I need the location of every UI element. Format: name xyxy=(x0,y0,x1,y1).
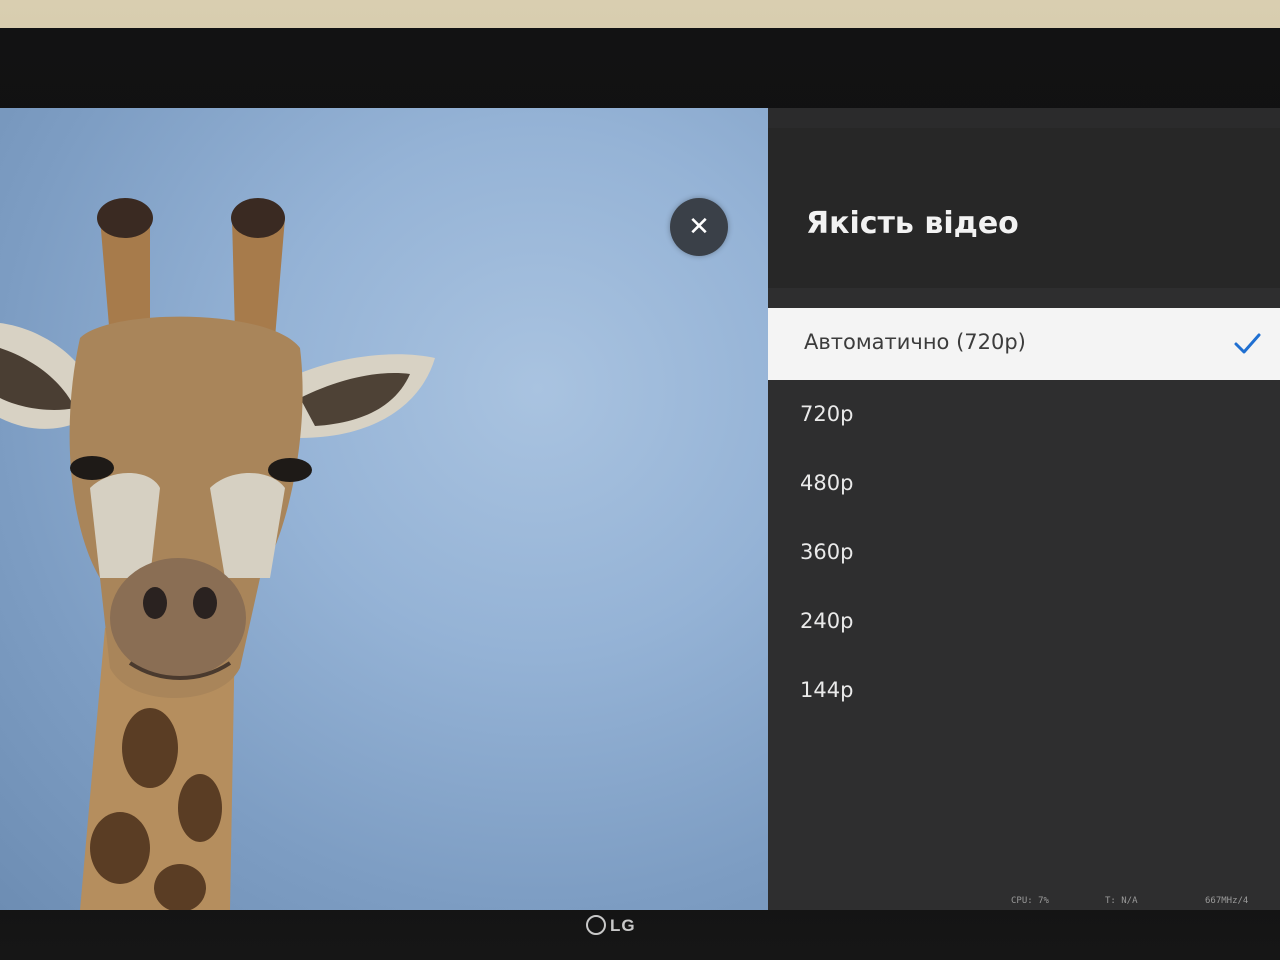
quality-option-360p[interactable]: 360p xyxy=(768,518,1280,587)
quality-option-label: 360p xyxy=(800,540,854,564)
close-button[interactable]: ✕ xyxy=(670,198,728,256)
quality-option-label: 144p xyxy=(800,678,854,702)
close-icon: ✕ xyxy=(688,212,710,242)
quality-options-list: Автоматично (720p) 720p 480p 360p 240p 1… xyxy=(768,308,1280,725)
quality-option-144p[interactable]: 144p xyxy=(768,656,1280,725)
video-player[interactable]: ✕ xyxy=(0,108,768,910)
panel-header: Якість відео xyxy=(768,128,1280,288)
lg-logo-icon xyxy=(586,914,606,935)
quality-option-label: 480p xyxy=(800,471,854,495)
quality-option-720p[interactable]: 720p xyxy=(768,380,1280,449)
checkmark-icon xyxy=(1234,333,1261,354)
frequency-stat: 667MHz/4 xyxy=(1205,896,1249,906)
quality-option-label: 720p xyxy=(800,402,854,426)
temperature-stat: T: N/A xyxy=(1105,896,1138,906)
giraffe-image xyxy=(0,198,435,910)
quality-option-240p[interactable]: 240p xyxy=(768,587,1280,656)
quality-option-480p[interactable]: 480p xyxy=(768,449,1280,518)
brand-name: LG xyxy=(610,916,636,935)
tv-bezel: ✕ Якість відео Автоматично (720p) 720p 4… xyxy=(0,28,1280,960)
tv-brand-logo: LG xyxy=(586,914,636,937)
cpu-stat: CPU: 7% xyxy=(1011,896,1049,906)
quality-option-label: 240p xyxy=(800,609,854,633)
quality-settings-panel: Якість відео Автоматично (720p) 720p 480… xyxy=(768,128,1280,910)
panel-title: Якість відео xyxy=(806,206,1019,241)
system-stats-overlay: CPU: 7% T: N/A 667MHz/4 xyxy=(768,894,1280,910)
tv-screen: ✕ Якість відео Автоматично (720p) 720p 4… xyxy=(0,108,1280,910)
quality-option-auto[interactable]: Автоматично (720p) xyxy=(768,308,1280,380)
quality-option-label: Автоматично (720p) xyxy=(804,330,1026,354)
